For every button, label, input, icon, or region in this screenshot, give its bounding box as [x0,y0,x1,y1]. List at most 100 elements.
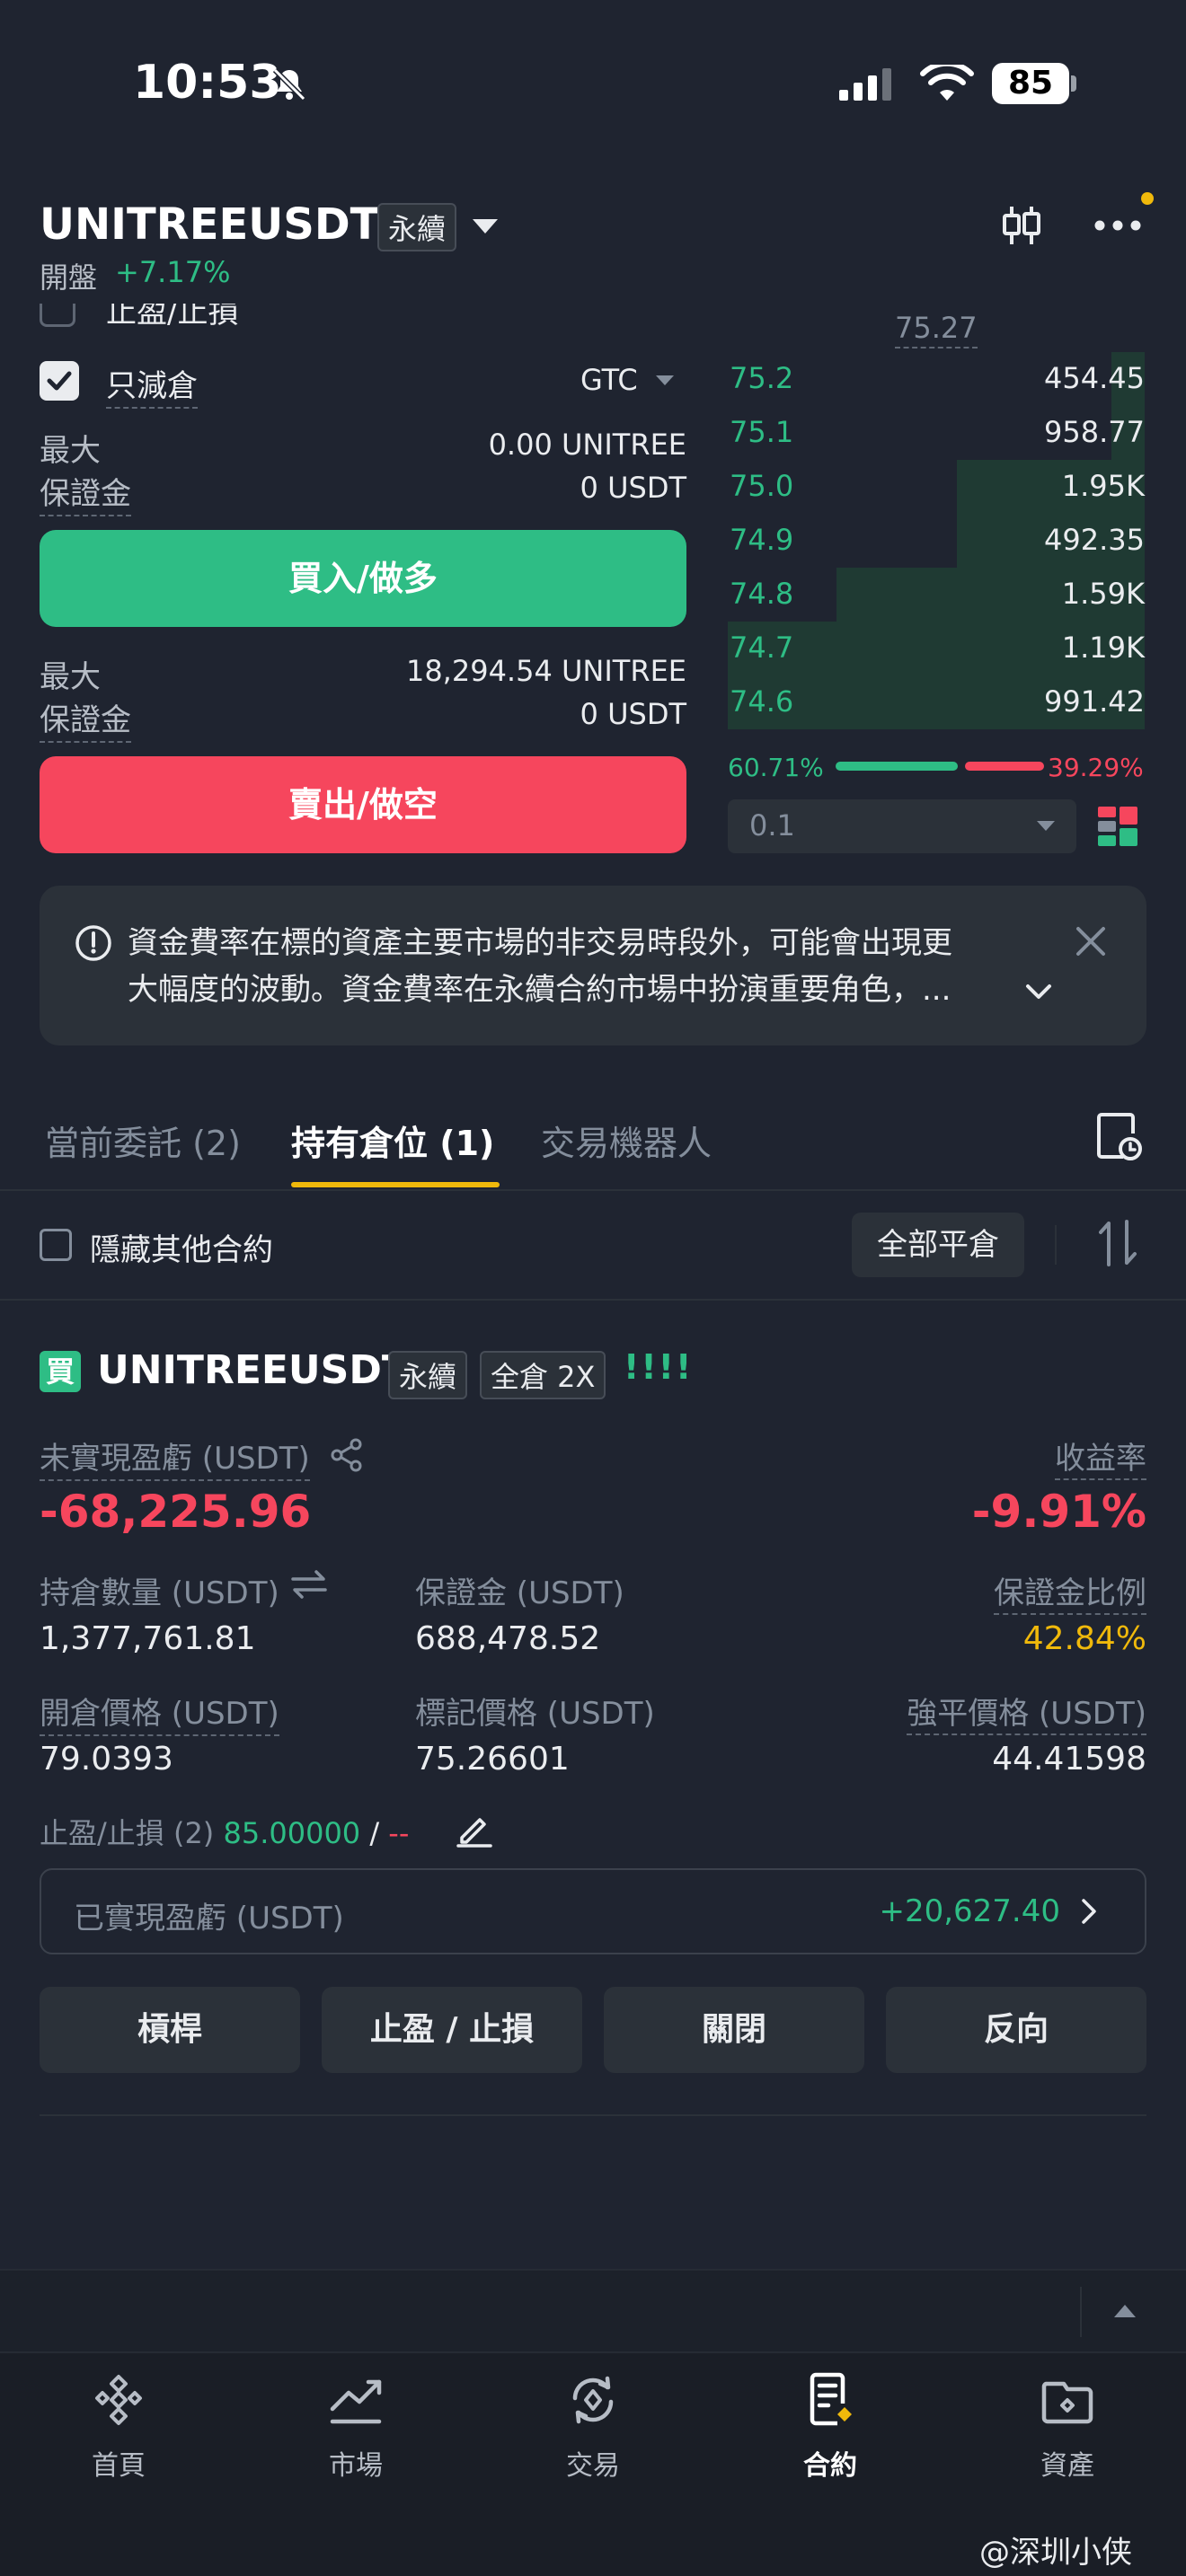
bid-quantity: 991.42 [1044,684,1145,719]
hide-other-contracts-checkbox[interactable] [40,1229,72,1261]
margin-ratio-label: 保證金比例 [787,1568,1146,1615]
position-contract-type-tag: 永續 [388,1351,468,1399]
share-icon[interactable] [329,1437,365,1473]
entry-price-label: 開倉價格 (USDT) [40,1689,279,1736]
sell-max-value: 18,294.54 UNITREE [405,654,686,688]
buy-max-label: 最大 [40,433,101,469]
sell-ratio-bar [965,762,1044,771]
position-symbol[interactable]: UNITREEUSDT [97,1347,409,1393]
order-book-row[interactable]: 74.8 1.59K [728,568,1145,622]
entry-price-value: 79.0393 [40,1741,173,1778]
order-book-row[interactable]: 74.6 991.42 [728,675,1145,729]
time-in-force-select[interactable]: GTC [580,363,638,397]
unrealized-pnl-value: -68,225.96 [40,1486,312,1538]
tpsl-separator: / [369,1816,380,1850]
order-book-row[interactable]: 74.9 492.35 [728,514,1145,568]
tab-positions[interactable]: 持有倉位 (1) [291,1116,494,1165]
buy-side-badge: 買 [40,1351,81,1392]
contract-type-tag: 永續 [377,203,457,251]
open-change: +7.17% [115,255,231,289]
margin-mode-tag[interactable]: 全倉 2X [480,1351,606,1399]
bid-quantity: 958.77 [1044,415,1145,449]
swap-icon[interactable] [289,1568,329,1601]
tpsl-checkbox[interactable] [40,304,75,327]
trade-swap-icon [572,2376,614,2424]
notification-dot [1141,192,1154,205]
chevron-down-icon[interactable] [1024,981,1053,1002]
bid-price: 75.1 [730,415,794,449]
notice-line-2: 大幅度的波動。資金費率在永續合約市場中扮演重要角色，... [128,972,951,1008]
nav-markets[interactable]: 市場 [275,2371,437,2483]
buy-margin-label: 保證金 [40,469,131,516]
tab-trading-bots[interactable]: 交易機器人 [541,1116,712,1165]
bid-quantity: 492.35 [1044,523,1145,557]
sort-icon[interactable] [1098,1218,1137,1268]
bid-price: 75.0 [730,469,794,503]
order-book-row[interactable]: 75.2 454.45 [728,352,1145,406]
chevron-up-icon[interactable] [1114,2305,1136,2317]
hide-other-contracts-label[interactable]: 隱藏其他合約 [90,1225,273,1269]
reduce-only-checkbox[interactable] [40,361,79,401]
edit-icon[interactable] [455,1809,494,1848]
candlestick-chart-icon[interactable] [999,203,1044,248]
nav-markets-label: 市場 [329,2450,383,2482]
sell-margin-value: 0 USDT [580,697,686,731]
status-time: 10:53 [133,56,282,110]
symbol-title[interactable]: UNITREEUSDT [40,199,379,250]
close-all-positions-button[interactable]: 全部平倉 [852,1213,1024,1277]
liquidation-price-label: 強平價格 (USDT) [787,1689,1146,1735]
nav-assets-label: 資產 [1040,2450,1094,2482]
chevron-down-icon[interactable] [656,375,674,385]
roe-label-text: 收益率 [1055,1441,1146,1480]
margin-ratio-label-text: 保證金比例 [994,1575,1146,1615]
open-label: 開盤 [40,260,98,295]
close-icon[interactable] [1073,923,1109,959]
unrealized-pnl-label: 未實現盈虧 (USDT) [40,1434,310,1481]
wallet-icon [1041,2381,1093,2424]
notice-line-1: 資金費率在標的資產主要市場的非交易時段外，可能會出現更 [128,925,952,961]
close-position-button[interactable]: 關閉 [604,1987,864,2073]
bid-price: 74.6 [730,684,794,719]
divider [1080,2287,1082,2337]
leverage-button[interactable]: 槓桿 [40,1987,300,2073]
reverse-position-button[interactable]: 反向 [886,1987,1146,2073]
buy-margin-value: 0 USDT [580,471,686,505]
order-book-row[interactable]: 74.7 1.19K [728,622,1145,675]
nav-futures-label: 合約 [803,2450,857,2482]
info-icon [75,925,111,961]
battery-tip [1071,75,1076,92]
tab-open-orders[interactable]: 當前委託 (2) [45,1116,241,1165]
nav-trade[interactable]: 交易 [512,2371,674,2483]
depth-step-value: 0.1 [749,808,795,842]
chevron-right-icon[interactable] [1078,1897,1100,1926]
tpsl-checkbox-row[interactable]: 止盈/止損 [40,304,255,334]
ticker-strip [0,2269,1186,2351]
sell-short-button[interactable]: 賣出/做空 [40,756,686,853]
bid-price: 74.7 [730,631,794,665]
order-history-icon[interactable] [1096,1112,1143,1162]
bid-price: 74.8 [730,577,794,611]
chevron-down-icon[interactable] [1037,821,1055,831]
divider [0,1299,1186,1301]
more-icon[interactable] [1094,219,1141,232]
signal-icon [839,68,891,101]
futures-document-icon [810,2372,852,2426]
nav-assets[interactable]: 資產 [987,2371,1148,2483]
position-size-value: 1,377,761.81 [40,1620,256,1657]
chevron-down-icon[interactable] [473,219,498,234]
market-chart-icon [330,2379,382,2424]
checkmark-icon [47,371,72,391]
order-book-row[interactable]: 75.0 1.95K [728,460,1145,514]
buy-long-button[interactable]: 買入/做多 [40,530,686,627]
order-book-row[interactable]: 75.1 958.77 [728,406,1145,460]
order-book-layout-icon[interactable] [1096,805,1139,848]
liquidation-price-value: 44.41598 [992,1741,1146,1778]
nav-home[interactable]: 首頁 [38,2371,199,2483]
wifi-icon [920,65,974,101]
roe-value: -9.91% [971,1486,1146,1538]
mid-price[interactable]: 75.27 [895,311,978,348]
tpsl-button[interactable]: 止盈 / 止損 [322,1987,582,2073]
bid-quantity: 1.19K [1061,631,1145,665]
tpsl-label: 止盈/止損 [106,304,239,331]
nav-futures[interactable]: 合約 [749,2371,911,2483]
